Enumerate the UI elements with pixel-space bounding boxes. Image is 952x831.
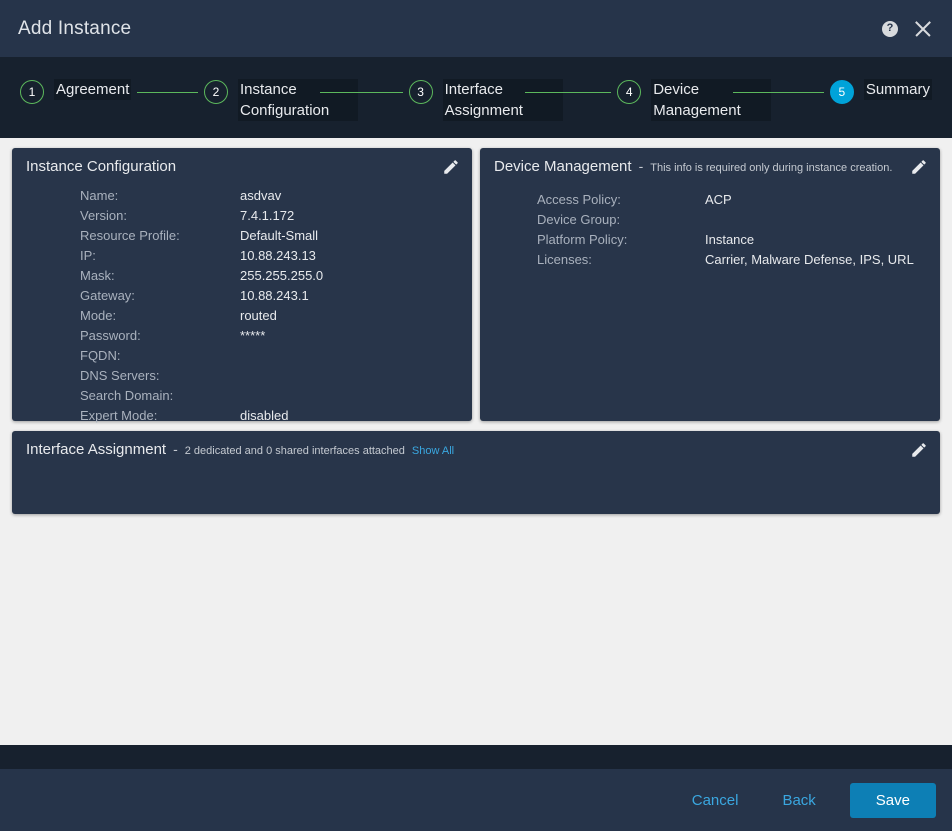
field-mode: Mode: routed [26,305,458,325]
field-resource-profile: Resource Profile: Default-Small [26,225,458,245]
field-value-mode: routed [240,307,277,323]
field-label-mode: Mode: [80,307,117,323]
field-label-gateway: Gateway: [80,287,135,303]
titlebar-actions: ? [882,18,934,40]
card-note-interface-assignment: 2 dedicated and 0 shared interfaces atta… [184,445,405,457]
step-number-4: 4 [617,80,642,104]
step-label-5: Summary [863,79,932,100]
card-instance-configuration: Instance Configuration Name: asdvav Vers… [12,148,472,423]
dialog-titlebar: Add Instance ? [0,0,952,57]
step-label-1: Agreement [54,79,132,100]
step-connector-1 [137,92,198,93]
pencil-icon[interactable] [910,158,928,176]
field-label-platform-policy: Platform Policy: [537,231,628,247]
field-device-group: Device Group: [494,209,926,229]
field-gateway: Gateway: 10.88.243.1 [26,285,458,305]
field-mask: Mask: 255.255.255.0 [26,265,458,285]
card-note-device-management: This info is required only during instan… [650,162,893,174]
summary-cards-row: Instance Configuration Name: asdvav Vers… [12,148,940,423]
card-header-instance-configuration: Instance Configuration [26,158,458,175]
field-value-name: asdvav [240,187,282,203]
field-value-version: 7.4.1.172 [240,207,295,223]
page-title: Add Instance [18,17,132,39]
step-label-4: Device Management [651,79,772,121]
cancel-button[interactable]: Cancel [670,784,761,817]
step-connector-4 [733,92,824,93]
close-icon[interactable] [912,18,934,40]
step-number-2: 2 [203,80,228,104]
field-label-password: Password: [80,327,141,343]
field-label-access-policy: Access Policy: [537,191,621,207]
field-value-ip: 10.88.243.13 [240,247,316,263]
wizard-stepper: 1 Agreement 2 Instance Configuration 3 I… [0,57,952,138]
save-button[interactable]: Save [849,782,936,818]
field-value-platform-policy: Instance [705,231,755,247]
field-name: Name: asdvav [26,185,458,205]
field-value-gateway: 10.88.243.1 [240,287,309,303]
field-licenses: Licenses: Carrier, Malware Defense, IPS,… [494,249,926,269]
field-ip: IP: 10.88.243.13 [26,245,458,265]
step-interface-assignment[interactable]: 3 Interface Assignment [408,79,563,121]
field-password: Password: ***** [26,325,458,345]
field-label-search-domain: Search Domain: [80,387,174,403]
field-search-domain: Search Domain: [26,385,458,405]
step-connector-3 [524,92,612,93]
field-label-mask: Mask: [80,267,115,283]
field-label-expert-mode: Expert Mode: [80,407,158,423]
field-label-name: Name: [80,187,119,203]
field-fqdn: FQDN: [26,345,458,365]
field-access-policy: Access Policy: ACP [494,189,926,209]
field-version: Version: 7.4.1.172 [26,205,458,225]
footer-divider [0,745,952,769]
field-expert-mode: Expert Mode: disabled [26,405,458,425]
step-label-3: Interface Assignment [442,79,563,121]
field-dns-servers: DNS Servers: [26,365,458,385]
field-value-password: ***** [240,327,266,343]
field-label-device-group: Device Group: [537,211,621,227]
step-number-3: 3 [408,80,433,104]
field-label-resource-profile: Resource Profile: [80,227,180,243]
device-management-fields: Access Policy: ACP Device Group: Platfor… [494,189,926,269]
card-title-interface-assignment: Interface Assignment [26,441,167,458]
back-button[interactable]: Back [760,784,837,817]
card-dash-interface-assignment: - [173,441,178,457]
field-value-expert-mode: disabled [240,407,289,423]
step-number-5: 5 [829,80,854,104]
card-device-management: Device Management - This info is require… [480,148,940,421]
field-platform-policy: Platform Policy: Instance [494,229,926,249]
field-value-resource-profile: Default-Small [240,227,319,243]
instance-configuration-fields: Name: asdvav Version: 7.4.1.172 Resource… [26,185,458,425]
pencil-icon[interactable] [910,441,928,459]
step-label-2: Instance Configuration [237,79,358,121]
step-device-management[interactable]: 4 Device Management [617,79,772,121]
step-agreement[interactable]: 1 Agreement [20,79,132,104]
card-interface-assignment: Interface Assignment - 2 dedicated and 0… [12,431,940,514]
card-header-device-management: Device Management - This info is require… [494,158,926,175]
dialog-footer: Cancel Back Save [0,769,952,831]
card-header-interface-assignment: Interface Assignment - 2 dedicated and 0… [26,441,926,458]
field-label-dns-servers: DNS Servers: [80,367,160,383]
pencil-icon[interactable] [442,158,460,176]
field-label-licenses: Licenses: [537,251,592,267]
step-number-1: 1 [20,80,44,104]
card-title-device-management: Device Management [494,158,632,175]
step-summary[interactable]: 5 Summary [829,79,932,104]
field-label-ip: IP: [80,247,96,263]
field-value-access-policy: ACP [705,191,732,207]
card-title-instance-configuration: Instance Configuration [26,158,177,175]
field-value-licenses: Carrier, Malware Defense, IPS, URL [705,251,914,267]
card-dash-device-management: - [638,158,644,174]
field-label-version: Version: [80,207,127,223]
step-instance-configuration[interactable]: 2 Instance Configuration [203,79,358,121]
field-value-mask: 255.255.255.0 [240,267,324,283]
summary-content: Instance Configuration Name: asdvav Vers… [0,138,952,745]
step-connector-2 [319,92,403,93]
show-all-link[interactable]: Show All [412,445,454,457]
help-icon[interactable]: ? [882,20,898,37]
field-label-fqdn: FQDN: [80,347,121,363]
